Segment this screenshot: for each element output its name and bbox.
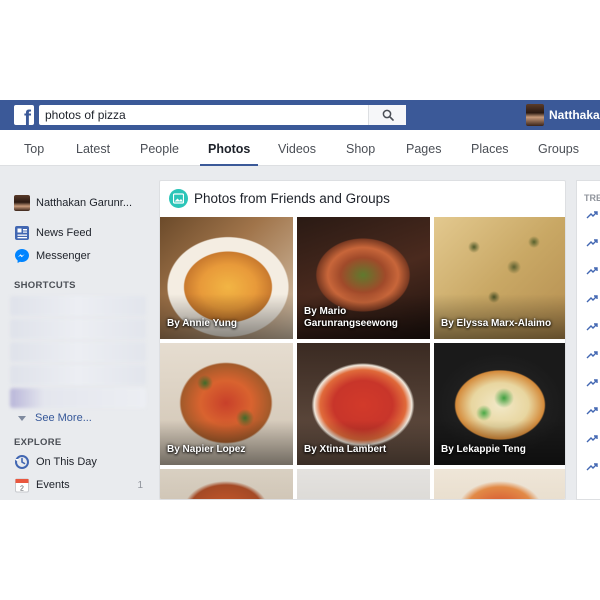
sidebar-item-label: News Feed — [36, 227, 92, 239]
sidebar-item-events[interactable]: 2 Events — [14, 476, 70, 494]
tab-places[interactable]: Places — [471, 130, 509, 166]
trending-arrow-icon[interactable] — [586, 379, 598, 387]
sidebar-profile[interactable]: Natthakan Garunr... — [14, 194, 132, 212]
search-filter-tabs: Top Latest People Photos Videos Shop Pag… — [0, 130, 600, 166]
photos-section-header: Photos from Friends and Groups — [160, 181, 565, 217]
left-sidebar: Natthakan Garunr... News Feed Messenger … — [0, 166, 155, 500]
tab-shop[interactable]: Shop — [346, 130, 375, 166]
tab-people[interactable]: People — [140, 130, 179, 166]
sidebar-item-messenger[interactable]: Messenger — [14, 247, 90, 265]
shortcuts-heading: SHORTCUTS — [14, 280, 76, 291]
sidebar-item-on-this-day[interactable]: On This Day — [14, 453, 97, 471]
search-icon — [382, 109, 394, 121]
sidebar-item-label: On This Day — [36, 456, 97, 468]
shortcut-item-blurred[interactable] — [10, 342, 146, 362]
photo-caption: By Napier Lopez — [167, 444, 246, 455]
photo-badge-icon — [169, 189, 188, 208]
tab-photos[interactable]: Photos — [200, 130, 259, 166]
photo-caption: By Annie Yung — [167, 318, 238, 329]
photo-caption: By Elyssa Marx-Alaimo — [441, 318, 552, 329]
tab-latest[interactable]: Latest — [76, 130, 110, 166]
news-feed-icon — [15, 226, 29, 240]
search-box — [39, 105, 406, 125]
trending-arrow-icon[interactable] — [586, 267, 598, 275]
trending-arrow-icon[interactable] — [586, 323, 598, 331]
photo-caption: By Mario Garunrangseewong — [304, 306, 398, 329]
photo-thumbnail[interactable] — [297, 469, 430, 499]
events-icon: 2 — [15, 478, 29, 493]
photo-thumbnail[interactable]: By Napier Lopez — [160, 343, 293, 465]
svg-text:2: 2 — [20, 486, 24, 493]
tab-pages[interactable]: Pages — [406, 130, 441, 166]
see-more-label: See More... — [35, 412, 92, 424]
trending-heading: TRE — [584, 193, 600, 203]
search-input[interactable] — [39, 105, 369, 125]
see-more-link[interactable]: See More... — [18, 412, 92, 424]
messenger-icon — [15, 249, 29, 263]
on-this-day-icon — [15, 455, 29, 469]
sidebar-item-label: Events — [36, 479, 70, 491]
sidebar-item-news-feed[interactable]: News Feed — [14, 224, 92, 242]
photo-thumbnail[interactable] — [434, 469, 565, 499]
trending-arrow-icon[interactable] — [586, 463, 598, 471]
avatar — [14, 195, 30, 211]
events-count-badge: 1 — [137, 480, 143, 491]
facebook-search-window: f Natthakan Top Latest People Photos Vid… — [0, 100, 600, 500]
chevron-down-icon — [18, 415, 26, 421]
photo-thumbnail[interactable]: By Lekappie Teng — [434, 343, 565, 465]
shortcut-item-blurred[interactable] — [10, 365, 146, 385]
profile-name: Natthakan — [549, 108, 600, 122]
shortcut-item-blurred[interactable] — [10, 319, 146, 339]
photo-thumbnail[interactable]: By Annie Yung — [160, 217, 293, 339]
sidebar-profile-name: Natthakan Garunr... — [36, 197, 132, 209]
photo-caption: By Xtina Lambert — [304, 444, 387, 455]
trending-rail: TRE — [576, 180, 600, 500]
photo-thumbnail[interactable]: By Xtina Lambert — [297, 343, 430, 465]
search-button[interactable] — [368, 105, 406, 125]
explore-heading: EXPLORE — [14, 437, 62, 448]
top-navigation-bar: f Natthakan — [0, 100, 600, 130]
photo-thumbnail[interactable]: By Elyssa Marx-Alaimo — [434, 217, 565, 339]
sidebar-item-label: Messenger — [36, 250, 91, 262]
photo-thumbnail[interactable]: By Mario Garunrangseewong — [297, 217, 430, 339]
photos-results-card: Photos from Friends and Groups By Annie … — [159, 180, 566, 500]
trending-arrow-icon[interactable] — [586, 239, 598, 247]
photo-caption: By Lekappie Teng — [441, 444, 526, 455]
avatar — [526, 104, 544, 126]
shortcut-item-blurred[interactable] — [10, 296, 146, 316]
trending-arrow-icon[interactable] — [586, 435, 598, 443]
photo-thumbnail[interactable] — [160, 469, 293, 499]
profile-link[interactable]: Natthakan — [526, 104, 600, 126]
shortcut-item-blurred[interactable] — [10, 388, 146, 408]
tab-videos[interactable]: Videos — [278, 130, 316, 166]
tab-top[interactable]: Top — [24, 130, 44, 166]
trending-arrow-icon[interactable] — [586, 211, 598, 219]
trending-arrow-icon[interactable] — [586, 295, 598, 303]
facebook-logo-icon[interactable]: f — [14, 105, 34, 125]
trending-arrow-icon[interactable] — [586, 351, 598, 359]
tab-groups[interactable]: Groups — [538, 130, 579, 166]
trending-arrow-icon[interactable] — [586, 407, 598, 415]
section-title: Photos from Friends and Groups — [194, 191, 390, 206]
